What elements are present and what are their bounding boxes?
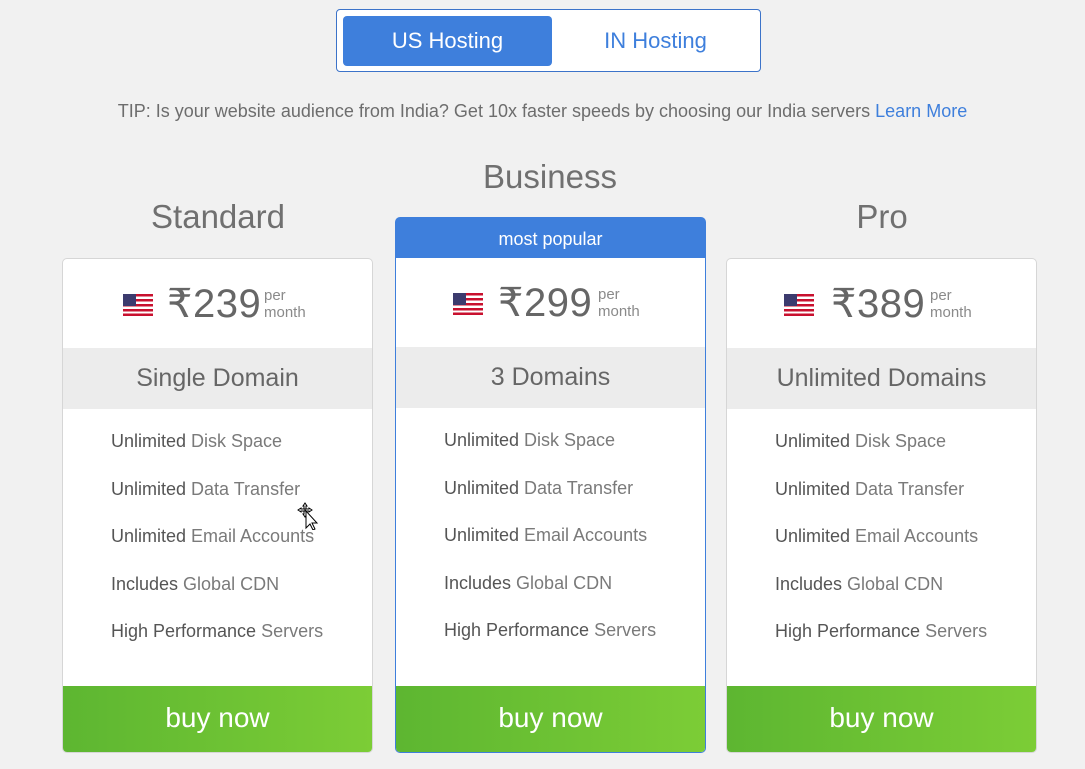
price: ₹389: [831, 282, 926, 326]
buy-now-button-pro[interactable]: buy now: [727, 686, 1036, 752]
feature-item: High Performance Servers: [111, 621, 324, 641]
per-month-label: per month: [598, 286, 640, 320]
feature-item: Unlimited Email Accounts: [775, 526, 979, 546]
feature-item: Unlimited Email Accounts: [111, 526, 315, 546]
plan-title-business: Business: [483, 158, 617, 195]
feature-item: Unlimited Email Accounts: [444, 525, 648, 545]
plan-card-pro: ₹389 per month Unlimited Domains Unlimite…: [726, 258, 1037, 753]
us-flag-icon: [123, 294, 153, 316]
tip-text: TIP: Is your website audience from India…: [0, 101, 1085, 122]
in-hosting-tab[interactable]: IN Hosting: [551, 16, 760, 66]
learn-more-link[interactable]: Learn More: [875, 101, 967, 121]
price-row: ₹239 per month: [63, 259, 372, 349]
per-month-label: per month: [264, 287, 306, 321]
plan-title-pro: Pro: [856, 198, 908, 235]
tip-message: TIP: Is your website audience from India…: [117, 101, 876, 121]
move-cursor-icon: [297, 502, 319, 530]
feature-item: Unlimited Disk Space: [111, 431, 283, 451]
domains-label: Unlimited Domains: [727, 348, 1036, 409]
most-popular-badge: most popular: [395, 217, 706, 259]
domains-label: 3 Domains: [396, 347, 705, 408]
feature-item: High Performance Servers: [444, 620, 657, 640]
price-row: ₹389 per month: [727, 259, 1036, 349]
price: ₹239: [167, 282, 262, 326]
feature-item: Unlimited Data Transfer: [775, 478, 965, 499]
plan-card-standard: ₹239 per month Single Domain Unlimited Di…: [62, 258, 373, 753]
feature-list: Unlimited Disk Space Unlimited Data Tran…: [444, 430, 656, 668]
price-row: ₹299 per month: [396, 258, 705, 348]
feature-item: High Performance Servers: [775, 621, 988, 641]
plan-title-standard: Standard: [151, 198, 285, 235]
buy-now-button-standard[interactable]: buy now: [63, 686, 372, 752]
price: ₹299: [498, 281, 593, 325]
us-flag-icon: [453, 293, 483, 315]
per-month-label: per month: [930, 287, 972, 321]
feature-list: Unlimited Disk Space Unlimited Data Tran…: [111, 431, 323, 669]
buy-now-button-business[interactable]: buy now: [396, 686, 705, 752]
feature-list: Unlimited Disk Space Unlimited Data Tran…: [775, 431, 987, 669]
feature-item: Unlimited Disk Space: [775, 431, 947, 451]
domains-label: Single Domain: [63, 348, 372, 409]
us-flag-icon: [784, 294, 814, 316]
feature-item: Includes Global CDN: [444, 572, 613, 593]
feature-item: Unlimited Disk Space: [444, 430, 616, 450]
plan-card-business: ₹299 per month 3 Domains Unlimited Disk S…: [395, 258, 706, 753]
feature-item: Includes Global CDN: [111, 573, 280, 594]
feature-item: Unlimited Data Transfer: [444, 477, 634, 498]
feature-item: Unlimited Data Transfer: [111, 478, 301, 499]
hosting-toggle: US Hosting IN Hosting: [336, 9, 761, 72]
us-hosting-tab[interactable]: US Hosting: [343, 16, 552, 66]
feature-item: Includes Global CDN: [775, 573, 944, 594]
